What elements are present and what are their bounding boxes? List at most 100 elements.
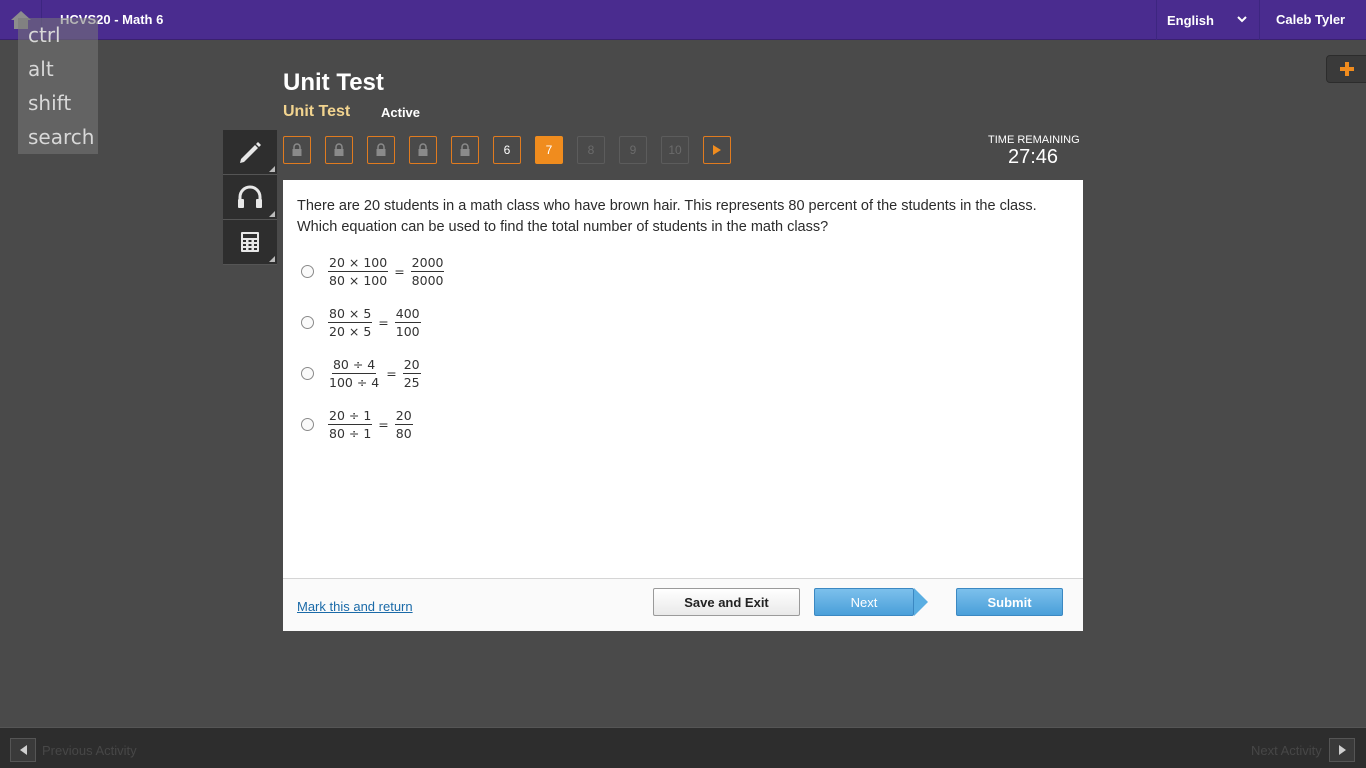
numerator: 20 — [402, 357, 421, 374]
question-5-button[interactable] — [451, 136, 479, 164]
question-1-button[interactable] — [283, 136, 311, 164]
key-shift: shift — [28, 91, 72, 115]
fraction-left: 80 × 5 20 × 5 — [328, 306, 373, 339]
previous-activity-button[interactable] — [10, 738, 36, 762]
audio-tool-button[interactable] — [223, 175, 277, 220]
numerator: 80 ÷ 4 — [331, 357, 377, 374]
triangle-right-icon — [1338, 745, 1346, 755]
key-search: search — [28, 125, 95, 149]
save-and-exit-button[interactable]: Save and Exit — [653, 588, 800, 616]
tool-menu-corner — [269, 256, 275, 262]
triangle-left-icon — [19, 745, 27, 755]
question-3-button[interactable] — [367, 136, 395, 164]
numerator: 80 × 5 — [328, 306, 373, 323]
question-10-button[interactable]: 10 — [661, 136, 689, 164]
lock-icon — [292, 143, 302, 156]
next-question-arrow-button[interactable] — [703, 136, 731, 164]
answer-option-1[interactable]: 20 × 100 80 × 100 = 2000 8000 — [301, 255, 446, 288]
next-activity-label[interactable]: Next Activity — [1251, 743, 1322, 758]
lock-icon — [376, 143, 386, 156]
key-ctrl: ctrl — [28, 23, 61, 47]
chevron-down-icon — [1237, 16, 1247, 23]
denominator: 80 ÷ 1 — [329, 426, 372, 441]
denominator: 8000 — [411, 273, 444, 288]
numerator: 2000 — [410, 255, 445, 272]
calculator-tool-button[interactable] — [223, 220, 277, 265]
fraction-right: 20 25 — [402, 357, 421, 390]
lock-icon — [334, 143, 344, 156]
lock-icon — [460, 143, 470, 156]
fraction-left: 80 ÷ 4 100 ÷ 4 — [328, 357, 380, 390]
play-arrow-icon — [713, 145, 721, 155]
question-2-button[interactable] — [325, 136, 353, 164]
question-text-line-2: Which equation can be used to find the t… — [297, 219, 829, 235]
pencil-tool-button[interactable] — [223, 130, 277, 175]
activity-subtitle: Unit Test — [283, 103, 351, 120]
top-bar: HCVS20 - Math 6 English Caleb Tyler — [0, 0, 1366, 40]
question-6-button[interactable]: 6 — [493, 136, 521, 164]
equals-sign: = — [394, 264, 405, 279]
expand-plus-button[interactable] — [1326, 55, 1366, 83]
question-8-button[interactable]: 8 — [577, 136, 605, 164]
answer-equation: 20 ÷ 1 80 ÷ 1 = 20 80 — [326, 408, 415, 441]
denominator: 25 — [403, 375, 420, 390]
denominator: 100 ÷ 4 — [329, 375, 380, 390]
numerator: 20 — [394, 408, 413, 425]
answer-equation: 80 ÷ 4 100 ÷ 4 = 20 25 — [326, 357, 423, 390]
plus-icon — [1340, 62, 1354, 76]
question-7-button[interactable]: 7 — [535, 136, 563, 164]
answer-radio[interactable] — [301, 316, 314, 329]
previous-activity-label[interactable]: Previous Activity — [42, 743, 137, 758]
next-button[interactable]: Next — [814, 588, 914, 616]
fraction-right: 2000 8000 — [410, 255, 445, 288]
fraction-left: 20 ÷ 1 80 ÷ 1 — [328, 408, 373, 441]
language-value: English — [1167, 12, 1214, 28]
fraction-right: 20 80 — [394, 408, 413, 441]
question-navigator: 6 7 8 9 10 — [283, 136, 731, 164]
denominator: 80 — [395, 426, 412, 441]
question-panel: There are 20 students in a math class wh… — [283, 180, 1083, 631]
answer-radio[interactable] — [301, 265, 314, 278]
user-name[interactable]: Caleb Tyler — [1276, 12, 1345, 27]
denominator: 100 — [395, 324, 420, 339]
question-4-button[interactable] — [409, 136, 437, 164]
denominator: 80 × 100 — [329, 273, 388, 288]
mark-and-return-link[interactable]: Mark this and return — [297, 599, 413, 614]
timer-label: TIME REMAINING — [988, 134, 1080, 146]
equals-sign: = — [386, 366, 397, 381]
answer-equation: 80 × 5 20 × 5 = 400 100 — [326, 306, 423, 339]
numerator: 400 — [394, 306, 421, 323]
equals-sign: = — [378, 417, 389, 432]
tool-sidebar — [223, 130, 277, 265]
denominator: 20 × 5 — [329, 324, 372, 339]
timer-value: 27:46 — [1008, 146, 1059, 168]
headphones-icon — [238, 185, 262, 208]
activity-status: Active — [381, 105, 421, 120]
fraction-right: 400 100 — [394, 306, 421, 339]
answer-option-3[interactable]: 80 ÷ 4 100 ÷ 4 = 20 25 — [301, 357, 423, 390]
page-title: Unit Test — [283, 69, 384, 96]
question-text: There are 20 students in a math class wh… — [297, 196, 1067, 238]
tool-menu-corner — [269, 166, 275, 172]
tool-menu-corner — [269, 211, 275, 217]
pencil-icon — [240, 142, 261, 163]
answer-option-2[interactable]: 80 × 5 20 × 5 = 400 100 — [301, 306, 423, 339]
lock-icon — [418, 143, 428, 156]
question-footer: Mark this and return Save and Exit Next … — [283, 578, 1083, 631]
answer-equation: 20 × 100 80 × 100 = 2000 8000 — [326, 255, 446, 288]
language-select[interactable]: English — [1156, 0, 1260, 40]
answer-option-4[interactable]: 20 ÷ 1 80 ÷ 1 = 20 80 — [301, 408, 415, 441]
calculator-icon — [241, 232, 259, 252]
next-button-arrow[interactable] — [914, 588, 928, 616]
submit-button[interactable]: Submit — [956, 588, 1063, 616]
answer-radio[interactable] — [301, 367, 314, 380]
equals-sign: = — [378, 315, 389, 330]
next-activity-button[interactable] — [1329, 738, 1355, 762]
numerator: 20 ÷ 1 — [328, 408, 373, 425]
fraction-left: 20 × 100 80 × 100 — [328, 255, 389, 288]
numerator: 20 × 100 — [328, 255, 389, 272]
modifier-key-overlay: ctrl alt shift search — [18, 18, 98, 154]
question-9-button[interactable]: 9 — [619, 136, 647, 164]
answer-radio[interactable] — [301, 418, 314, 431]
bottom-activity-bar: Previous Activity Next Activity — [0, 727, 1366, 768]
